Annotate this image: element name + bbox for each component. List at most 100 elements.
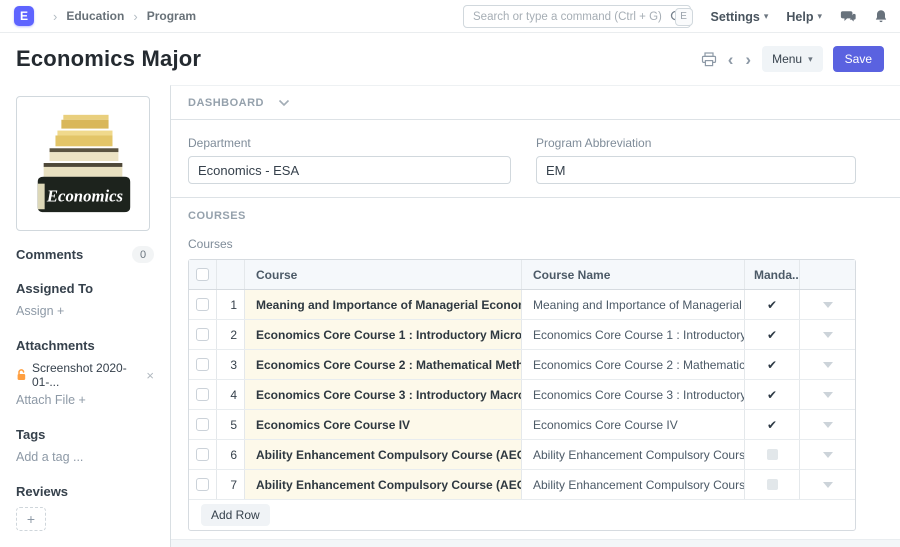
row-expand-toggle[interactable] [800, 380, 855, 409]
next-section-edge [171, 539, 900, 547]
row-expand-toggle[interactable] [800, 350, 855, 379]
mandatory-column-header: Manda... [745, 260, 800, 289]
svg-text:Economics: Economics [46, 186, 123, 205]
chevron-down-icon: ▾ [817, 11, 822, 22]
disabled-checkbox-icon [767, 449, 778, 460]
mandatory-cell[interactable]: ✔ [745, 410, 800, 439]
assign-link[interactable]: Assign + [16, 304, 154, 318]
page-title: Economics Major [16, 46, 201, 72]
chevron-down-icon [278, 99, 290, 107]
row-expand-toggle[interactable] [800, 410, 855, 439]
course-name-cell[interactable]: Ability Enhancement Compulsory Course (A… [522, 440, 745, 469]
course-cell[interactable]: Economics Core Course 2 : Mathematical M… [245, 350, 522, 379]
next-record-button[interactable]: › [744, 51, 752, 68]
row-checkbox[interactable] [196, 448, 209, 461]
program-abbreviation-field[interactable] [536, 156, 856, 184]
record-image[interactable]: Economics [16, 96, 150, 231]
check-icon: ✔ [767, 358, 777, 372]
search-input[interactable] [464, 11, 670, 23]
menu-button[interactable]: Menu ▾ [762, 46, 823, 72]
breadcrumb-education[interactable]: Education [66, 9, 124, 23]
chevron-right-icon: › [133, 9, 137, 24]
row-checkbox[interactable] [196, 388, 209, 401]
dashboard-section[interactable]: DASHBOARD [171, 86, 900, 120]
chat-icon[interactable] [840, 10, 856, 24]
add-row-button[interactable]: Add Row [201, 504, 270, 526]
select-all-checkbox[interactable] [196, 268, 209, 281]
table-row: 2 Economics Core Course 1 : Introductory… [189, 320, 855, 350]
program-abbreviation-label: Program Abbreviation [536, 136, 856, 150]
assign-label: Assign [16, 304, 54, 318]
save-button[interactable]: Save [833, 46, 884, 72]
row-expand-toggle[interactable] [800, 290, 855, 319]
row-checkbox[interactable] [196, 418, 209, 431]
mandatory-cell[interactable]: ✔ [745, 350, 800, 379]
courses-section: COURSES Courses Course Course Name Manda… [171, 198, 900, 547]
dashboard-section-label: DASHBOARD [188, 97, 264, 109]
course-cell[interactable]: Ability Enhancement Compulsory Course (A… [245, 470, 522, 499]
add-tag-input[interactable]: Add a tag ... [16, 450, 154, 464]
row-index: 6 [217, 440, 245, 469]
course-cell[interactable]: Ability Enhancement Compulsory Course (A… [245, 440, 522, 469]
mandatory-cell[interactable] [745, 440, 800, 469]
breadcrumb: › Education › Program [44, 9, 196, 24]
row-checkbox[interactable] [196, 358, 209, 371]
chevron-down-icon [823, 302, 833, 308]
help-menu[interactable]: Help ▾ [786, 10, 822, 24]
remove-attachment-icon[interactable]: × [146, 368, 154, 383]
attachment-link[interactable]: Screenshot 2020-01-... [32, 361, 146, 389]
details-section: Department Program Abbreviation [171, 120, 900, 198]
notifications-bell-icon[interactable] [874, 9, 888, 24]
mandatory-cell[interactable]: ✔ [745, 320, 800, 349]
app-logo[interactable]: E [14, 6, 34, 26]
grid-footer: Add Row [189, 500, 855, 530]
comments-label: Comments [16, 247, 83, 262]
table-row: 7 Ability Enhancement Compulsory Course … [189, 470, 855, 500]
course-cell[interactable]: Economics Core Course 3 : Introductory M… [245, 380, 522, 409]
course-cell[interactable]: Meaning and Importance of Managerial Eco… [245, 290, 522, 319]
settings-menu[interactable]: Settings ▾ [711, 10, 769, 24]
course-name-cell[interactable]: Ability Enhancement Compulsory Course (A… [522, 470, 745, 499]
table-row: 3 Economics Core Course 2 : Mathematical… [189, 350, 855, 380]
prev-record-button[interactable]: ‹ [727, 51, 735, 68]
mandatory-cell[interactable]: ✔ [745, 380, 800, 409]
chevron-down-icon [823, 482, 833, 488]
department-field[interactable] [188, 156, 511, 184]
course-name-cell[interactable]: Economics Core Course 1 : Introductory M… [522, 320, 745, 349]
print-icon[interactable] [701, 52, 717, 67]
department-label: Department [188, 136, 511, 150]
economics-books-image: Economics [24, 104, 142, 224]
courses-field-label: Courses [188, 237, 883, 251]
row-checkbox[interactable] [196, 328, 209, 341]
chevron-down-icon [823, 362, 833, 368]
menu-button-label: Menu [772, 52, 802, 66]
breadcrumb-program[interactable]: Program [147, 9, 196, 23]
row-expand-toggle[interactable] [800, 320, 855, 349]
chevron-down-icon [823, 332, 833, 338]
course-cell[interactable]: Economics Core Course 1 : Introductory M… [245, 320, 522, 349]
row-expand-toggle[interactable] [800, 440, 855, 469]
row-checkbox[interactable] [196, 478, 209, 491]
course-cell[interactable]: Economics Core Course IV [245, 410, 522, 439]
unlock-icon[interactable] [16, 369, 27, 381]
user-avatar[interactable]: E [675, 8, 693, 26]
help-label: Help [786, 10, 813, 24]
chevron-down-icon: ▾ [764, 11, 769, 22]
row-checkbox[interactable] [196, 298, 209, 311]
row-expand-toggle[interactable] [800, 470, 855, 499]
comments-link[interactable]: Comments 0 [16, 246, 154, 263]
tags-heading: Tags [16, 427, 154, 442]
mandatory-cell[interactable] [745, 470, 800, 499]
course-name-cell[interactable]: Economics Core Course 3 : Introductory M… [522, 380, 745, 409]
plus-icon: + [79, 393, 86, 407]
check-icon: ✔ [767, 298, 777, 312]
add-review-button[interactable]: + [16, 507, 46, 531]
course-name-cell[interactable]: Economics Core Course 2 : Mathematical M… [522, 350, 745, 379]
check-icon: ✔ [767, 388, 777, 402]
courses-section-label: COURSES [188, 210, 883, 222]
course-name-cell[interactable]: Economics Core Course IV [522, 410, 745, 439]
course-name-column-header: Course Name [522, 260, 745, 289]
course-name-cell[interactable]: Meaning and Importance of Managerial Eco… [522, 290, 745, 319]
attach-file-link[interactable]: Attach File + [16, 393, 154, 407]
mandatory-cell[interactable]: ✔ [745, 290, 800, 319]
